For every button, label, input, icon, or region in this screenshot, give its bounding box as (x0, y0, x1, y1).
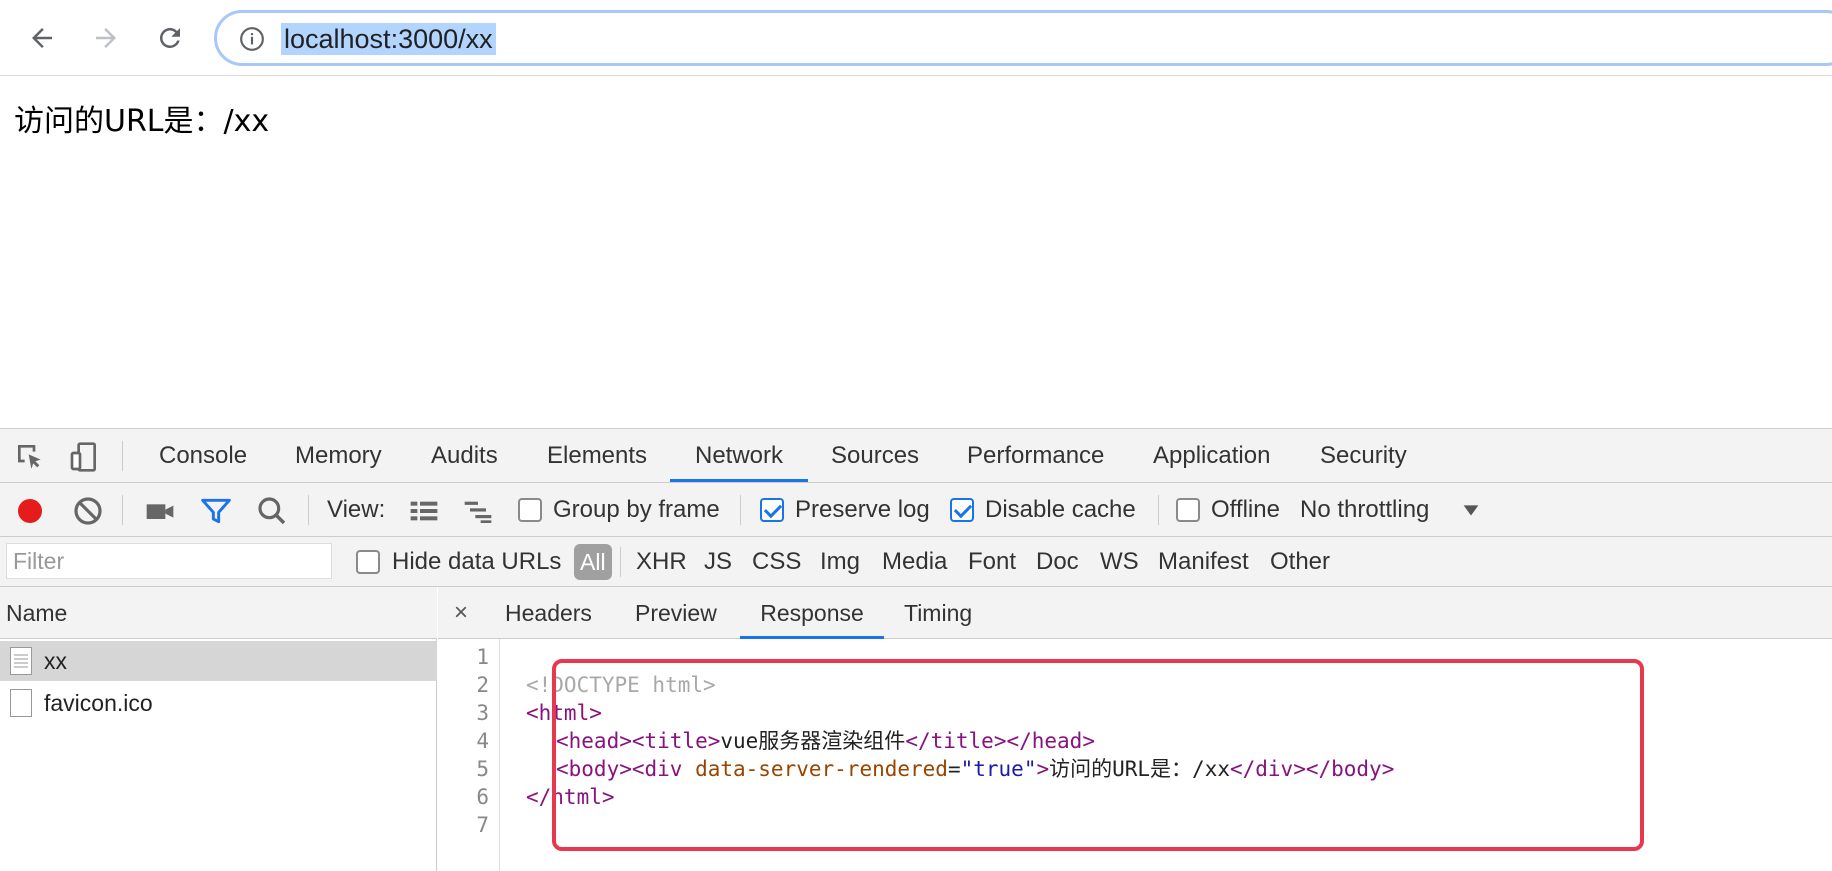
throttling-select[interactable]: No throttling (1300, 483, 1429, 537)
filter-type-manifest[interactable]: Manifest (1158, 537, 1249, 587)
preserve-log-checkbox[interactable] (760, 498, 784, 522)
disable-cache-checkbox[interactable] (950, 498, 974, 522)
preserve-log-label: Preserve log (795, 496, 930, 523)
tab-console[interactable]: Console (159, 429, 247, 483)
overview-waterfall-icon[interactable] (462, 495, 494, 527)
record-icon[interactable] (14, 495, 46, 527)
request-row[interactable]: xx (0, 641, 437, 681)
tab-application[interactable]: Application (1153, 429, 1270, 483)
back-button[interactable] (20, 16, 64, 60)
line-number: 7 (476, 813, 489, 837)
forward-button[interactable] (84, 16, 128, 60)
separator (308, 495, 309, 525)
separator (620, 547, 621, 577)
search-icon[interactable] (256, 495, 288, 527)
offline-label: Offline (1211, 496, 1280, 523)
dropdown-arrow-icon[interactable] (1460, 499, 1482, 521)
line-number: 1 (476, 645, 489, 669)
url-text[interactable]: localhost:3000/xx (281, 23, 496, 55)
tab-audits[interactable]: Audits (431, 429, 498, 483)
separator (122, 495, 123, 525)
line-number-gutter: 1 2 3 4 5 6 7 (438, 639, 500, 871)
filter-type-other[interactable]: Other (1270, 537, 1330, 587)
filter-type-js[interactable]: JS (704, 537, 732, 587)
tab-performance[interactable]: Performance (967, 429, 1104, 483)
filter-input[interactable]: Filter (6, 543, 332, 579)
tab-memory[interactable]: Memory (295, 429, 382, 483)
request-detail-pane: × Headers Preview Response Timing 1 2 3 … (438, 587, 1832, 871)
document-file-icon (10, 647, 32, 675)
close-detail-button[interactable]: × (454, 587, 468, 639)
tab-headers[interactable]: Headers (505, 587, 592, 639)
request-name: favicon.ico (44, 690, 153, 716)
address-bar[interactable]: localhost:3000/xx (214, 10, 1832, 66)
arrow-left-icon (32, 28, 52, 48)
line-number: 2 (476, 673, 489, 697)
hide-data-urls-checkbox[interactable] (356, 550, 380, 574)
filter-type-all[interactable]: All (574, 544, 612, 580)
filter-type-ws[interactable]: WS (1100, 537, 1139, 587)
request-row[interactable]: favicon.ico (0, 683, 437, 723)
file-icon (10, 689, 32, 717)
separator (740, 495, 741, 525)
request-list: Name xx favicon.ico (0, 587, 437, 871)
tab-elements[interactable]: Elements (547, 429, 647, 483)
page-content-text: 访问的URL是：/xx (14, 104, 270, 139)
view-label: View: (327, 496, 386, 523)
line-number: 3 (476, 701, 489, 725)
offline-checkbox[interactable] (1176, 498, 1200, 522)
disable-cache-label: Disable cache (985, 496, 1136, 523)
tab-sources[interactable]: Sources (831, 429, 919, 483)
inspect-element-icon[interactable] (14, 441, 46, 473)
network-toolbar: View: Group by frame Preserve log Disabl… (0, 483, 1832, 537)
filter-bar: Filter Hide data URLs All XHR JS CSS Img… (0, 537, 1832, 587)
device-toolbar-icon[interactable] (68, 441, 100, 473)
filter-type-doc[interactable]: Doc (1036, 537, 1079, 587)
group-by-frame-checkbox[interactable] (518, 498, 542, 522)
reload-button[interactable] (148, 16, 192, 60)
tab-network[interactable]: Network (670, 429, 808, 482)
filter-type-css[interactable]: CSS (752, 537, 801, 587)
tab-timing[interactable]: Timing (904, 587, 972, 639)
tab-response[interactable]: Response (740, 587, 884, 639)
filter-type-img[interactable]: Img (820, 537, 860, 587)
reload-icon (159, 27, 180, 48)
arrow-right-icon (96, 28, 116, 48)
request-name: xx (44, 648, 67, 674)
devtools-panel: Console Memory Audits Elements Network S… (0, 428, 1832, 871)
filter-icon[interactable] (200, 495, 232, 527)
separator (1158, 495, 1159, 525)
browser-toolbar: localhost:3000/xx (0, 0, 1832, 76)
separator (122, 441, 123, 471)
filter-type-xhr[interactable]: XHR (636, 537, 687, 587)
line-number: 4 (476, 729, 489, 753)
clear-icon[interactable] (72, 495, 104, 527)
line-number: 6 (476, 785, 489, 809)
highlight-annotation-box (552, 659, 1644, 851)
detail-tab-bar: × Headers Preview Response Timing (438, 587, 1832, 639)
line-number: 5 (476, 757, 489, 781)
tab-security[interactable]: Security (1320, 429, 1407, 483)
filter-type-font[interactable]: Font (968, 537, 1016, 587)
devtools-tab-bar: Console Memory Audits Elements Network S… (0, 429, 1832, 483)
screenshot-camera-icon[interactable] (144, 495, 176, 527)
hide-data-urls-label: Hide data URLs (392, 548, 562, 575)
name-column-header[interactable]: Name (0, 587, 437, 639)
tab-preview[interactable]: Preview (635, 587, 717, 639)
info-circle-icon[interactable] (239, 26, 265, 52)
large-rows-icon[interactable] (408, 495, 440, 527)
filter-type-media[interactable]: Media (882, 537, 947, 587)
group-by-frame-label: Group by frame (553, 496, 720, 523)
